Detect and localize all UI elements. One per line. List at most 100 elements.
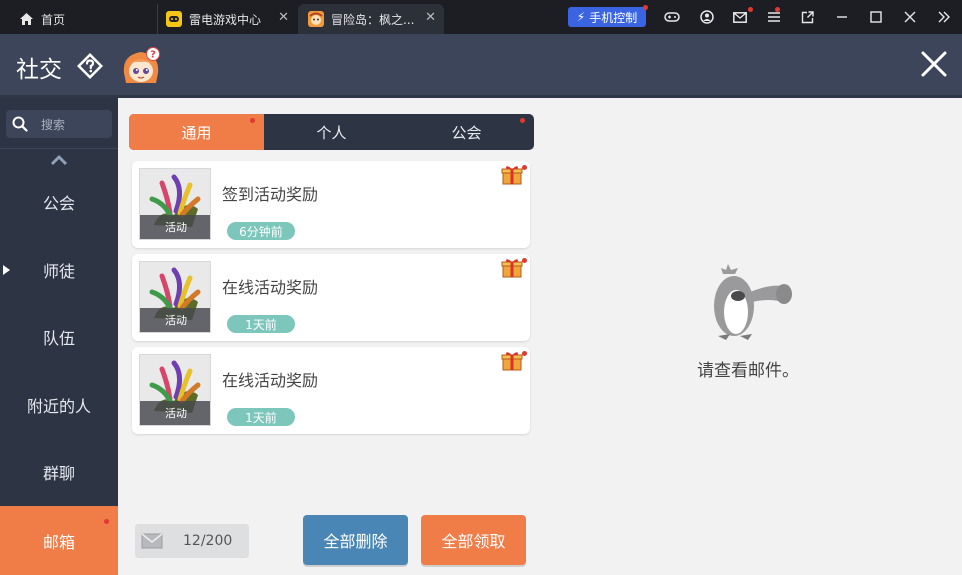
mail-counter: 12/200	[135, 524, 249, 558]
event-thumbnail: 活动	[139, 261, 211, 333]
notification-dot	[104, 519, 109, 524]
mail-title: 在线活动奖励	[222, 371, 319, 390]
user-icon	[700, 10, 714, 24]
controller-icon	[664, 12, 680, 22]
gift-icon	[501, 166, 523, 185]
sidebar-item-nearby[interactable]: 附近的人	[0, 385, 118, 425]
notification-dot	[775, 7, 780, 12]
notification-dot	[520, 118, 525, 123]
svg-text:?: ?	[150, 50, 156, 61]
envelope-icon	[141, 533, 163, 549]
scroll-up-icon[interactable]	[50, 154, 68, 166]
mail-title: 在线活动奖励	[222, 278, 319, 297]
gift-icon	[501, 259, 523, 278]
tab-personal[interactable]: 个人	[264, 114, 399, 150]
sidebar-item-mentorship[interactable]: 师徒	[0, 250, 118, 290]
external-window-icon	[801, 10, 814, 23]
mail-time-badge: 1天前	[227, 408, 295, 426]
tab-label: 雷电游戏中心	[189, 12, 262, 27]
close-icon[interactable]	[918, 48, 950, 80]
sidebar-item-label: 公会	[42, 194, 75, 213]
messages-button[interactable]	[730, 6, 750, 28]
minimize-icon	[837, 16, 847, 18]
sidebar-item-label: 邮箱	[42, 532, 75, 552]
window-titlebar: 首页 雷电游戏中心 ✕ 冒险岛：枫之... ✕ ⚡ 手机控制	[0, 0, 962, 34]
social-header: 社交 ?	[0, 34, 962, 98]
social-sidebar: 搜索 公会 师徒 队伍 附近的人 群聊 邮箱	[0, 98, 118, 575]
sidebar-item-mailbox[interactable]: 邮箱	[0, 506, 118, 575]
mail-time-badge: 6分钟前	[227, 222, 295, 240]
search-field[interactable]: 搜索	[6, 110, 112, 138]
thumbnail-label: 活动	[140, 308, 210, 332]
expand-sidebar-button[interactable]	[934, 6, 954, 28]
mail-count: 12/200	[183, 533, 233, 549]
notification-dot	[643, 5, 648, 10]
game-screen: 社交 ? 搜索 公会 师徒 队伍 附近的人 群聊 邮箱 通用 个人 公会 活动 …	[0, 34, 962, 575]
event-thumbnail: 活动	[139, 354, 211, 426]
phone-control-label: 手机控制	[589, 10, 638, 25]
gamepad-button[interactable]	[662, 6, 682, 28]
account-button[interactable]	[697, 6, 717, 28]
sidebar-item-group-chat[interactable]: 群聊	[0, 452, 118, 492]
sidebar-item-party[interactable]: 队伍	[0, 317, 118, 357]
notification-dot	[522, 351, 527, 356]
game-app-icon	[308, 11, 324, 27]
search-icon	[12, 116, 28, 132]
thumbnail-label: 活动	[140, 401, 210, 425]
empty-detail-message: 请查看邮件。	[697, 361, 799, 381]
lightning-icon: ⚡	[576, 10, 586, 24]
mail-icon	[733, 11, 747, 23]
tab-guild[interactable]: 公会	[399, 114, 534, 150]
close-tab-icon[interactable]: ✕	[425, 11, 436, 25]
notification-dot	[522, 258, 527, 263]
close-icon	[904, 11, 916, 23]
sidebar-item-label: 队伍	[42, 329, 75, 348]
tab-general[interactable]: 通用	[129, 114, 264, 150]
sidebar-item-label: 群聊	[42, 464, 75, 483]
maximize-button[interactable]	[866, 6, 886, 28]
gamepad-icon	[166, 11, 182, 27]
mail-item[interactable]: 活动 签到活动奖励 6分钟前	[132, 161, 530, 248]
tab-home[interactable]: 首页	[18, 4, 65, 34]
claim-all-button[interactable]: 全部领取	[421, 515, 526, 565]
phone-control-button[interactable]: ⚡ 手机控制	[568, 7, 646, 27]
sidebar-item-label: 附近的人	[26, 397, 91, 416]
tab-label: 个人	[316, 123, 347, 142]
close-window-button[interactable]	[900, 6, 920, 28]
mail-item[interactable]: 活动 在线活动奖励 1天前	[132, 254, 530, 341]
hamburger-icon	[768, 12, 780, 22]
tab-game-center[interactable]: 雷电游戏中心 ✕	[157, 4, 297, 34]
minimize-button[interactable]	[832, 6, 852, 28]
close-tab-icon[interactable]: ✕	[278, 11, 289, 25]
tab-maplestory[interactable]: 冒险岛：枫之... ✕	[298, 4, 444, 34]
event-thumbnail: 活动	[139, 168, 211, 240]
mail-item[interactable]: 活动 在线活动奖励 1天前	[132, 347, 530, 434]
tab-label: 冒险岛：枫之...	[331, 12, 415, 27]
double-chevron-right-icon	[938, 11, 950, 23]
pop-out-button[interactable]	[797, 6, 817, 28]
search-placeholder: 搜索	[41, 117, 66, 132]
mail-title: 签到活动奖励	[222, 185, 319, 204]
mail-category-tabs: 通用 个人 公会	[129, 114, 534, 150]
sidebar-item-label: 师徒	[42, 262, 75, 281]
help-icon[interactable]	[76, 52, 104, 80]
tab-label: 首页	[41, 12, 66, 27]
sidebar-item-guild[interactable]: 公会	[0, 182, 118, 222]
penguin-mascot-icon	[714, 264, 792, 340]
notification-dot	[250, 118, 255, 123]
notification-dot	[748, 7, 753, 12]
home-icon	[18, 11, 34, 27]
divider	[0, 148, 118, 149]
maximize-icon	[870, 11, 882, 23]
avatar[interactable]: ?	[120, 47, 162, 87]
tab-label: 通用	[181, 123, 212, 142]
delete-all-button[interactable]: 全部删除	[303, 515, 408, 565]
button-label: 全部领取	[441, 532, 506, 551]
page-title: 社交	[16, 57, 62, 83]
button-label: 全部删除	[323, 532, 388, 551]
thumbnail-label: 活动	[140, 215, 210, 239]
mail-time-badge: 1天前	[227, 315, 295, 333]
gift-icon	[501, 352, 523, 371]
tab-label: 公会	[451, 123, 482, 142]
menu-button[interactable]	[764, 6, 784, 28]
